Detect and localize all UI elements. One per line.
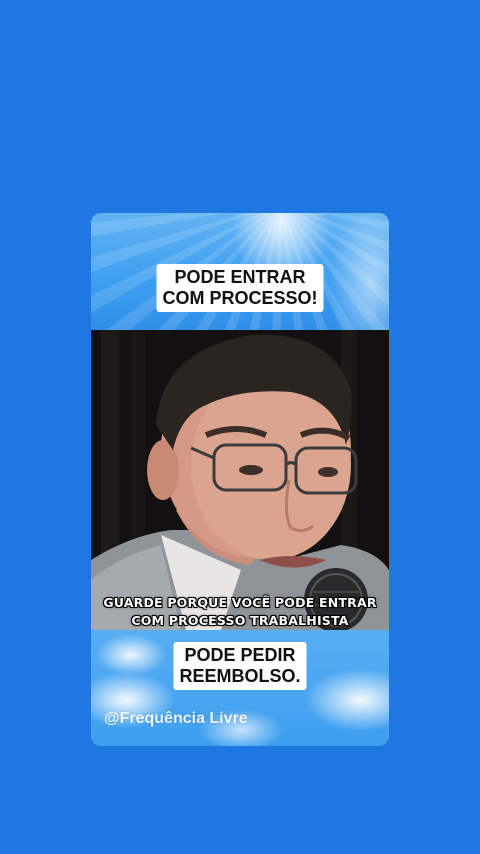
top-caption: PODE ENTRAR COM PROCESSO! <box>156 264 324 312</box>
subtitle-line-1: GUARDE PORQUE VOCÊ PODE ENTRAR <box>103 595 377 610</box>
bottom-caption-line-1: PODE PEDIR <box>184 645 296 665</box>
watermark: @Frequência Livre <box>104 710 248 727</box>
top-caption-line-2: COM PROCESSO! <box>162 288 318 308</box>
video-card[interactable]: PODE ENTRAR COM PROCESSO! GUARDE PORQUE … <box>91 213 389 746</box>
bottom-caption-line-2: REEMBOLSO. <box>179 666 301 686</box>
subtitle-line-2: COM PROCESSO TRABALHISTA <box>131 613 349 628</box>
top-caption-line-1: PODE ENTRAR <box>174 267 306 287</box>
bottom-caption: PODE PEDIR REEMBOLSO. <box>173 642 307 690</box>
speaker-video-frame <box>91 330 389 630</box>
speaker-illustration <box>91 330 389 630</box>
screen: { "colors": { "background": "#1f77e1", "… <box>0 0 480 854</box>
